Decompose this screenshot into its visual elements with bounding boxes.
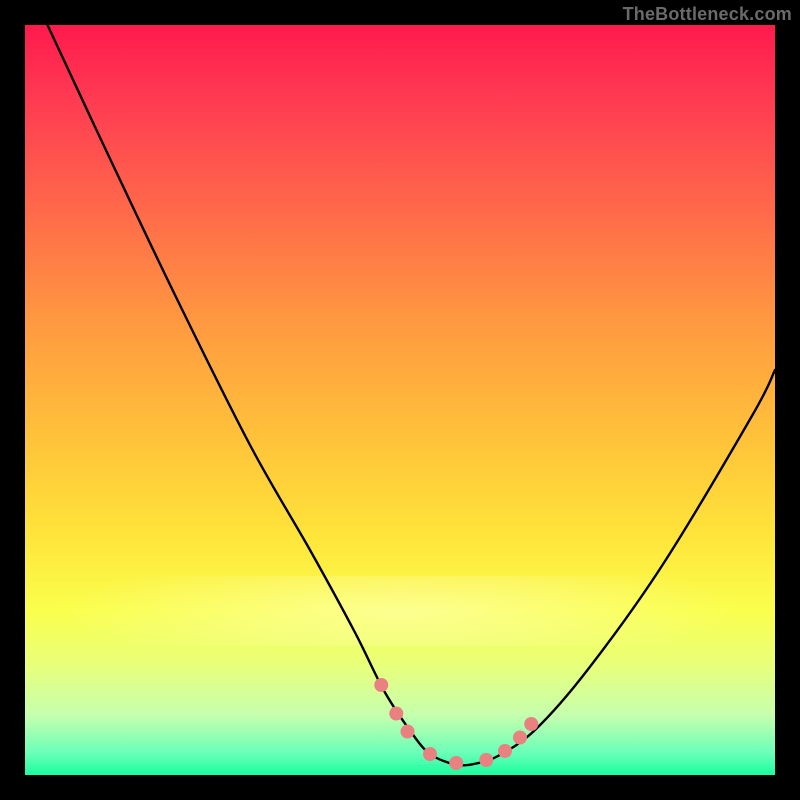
curve-marker (524, 717, 538, 731)
curve-marker (401, 725, 415, 739)
curve-markers (374, 678, 538, 770)
curve-marker (513, 731, 527, 745)
curve-marker (389, 707, 403, 721)
bottleneck-chart (25, 25, 775, 775)
bottleneck-curve (48, 25, 776, 765)
curve-marker (498, 744, 512, 758)
curve-marker (479, 753, 493, 767)
curve-marker (374, 678, 388, 692)
curve-marker (423, 747, 437, 761)
curve-marker (449, 756, 463, 770)
attribution-text: TheBottleneck.com (623, 4, 792, 25)
chart-frame: TheBottleneck.com (0, 0, 800, 800)
